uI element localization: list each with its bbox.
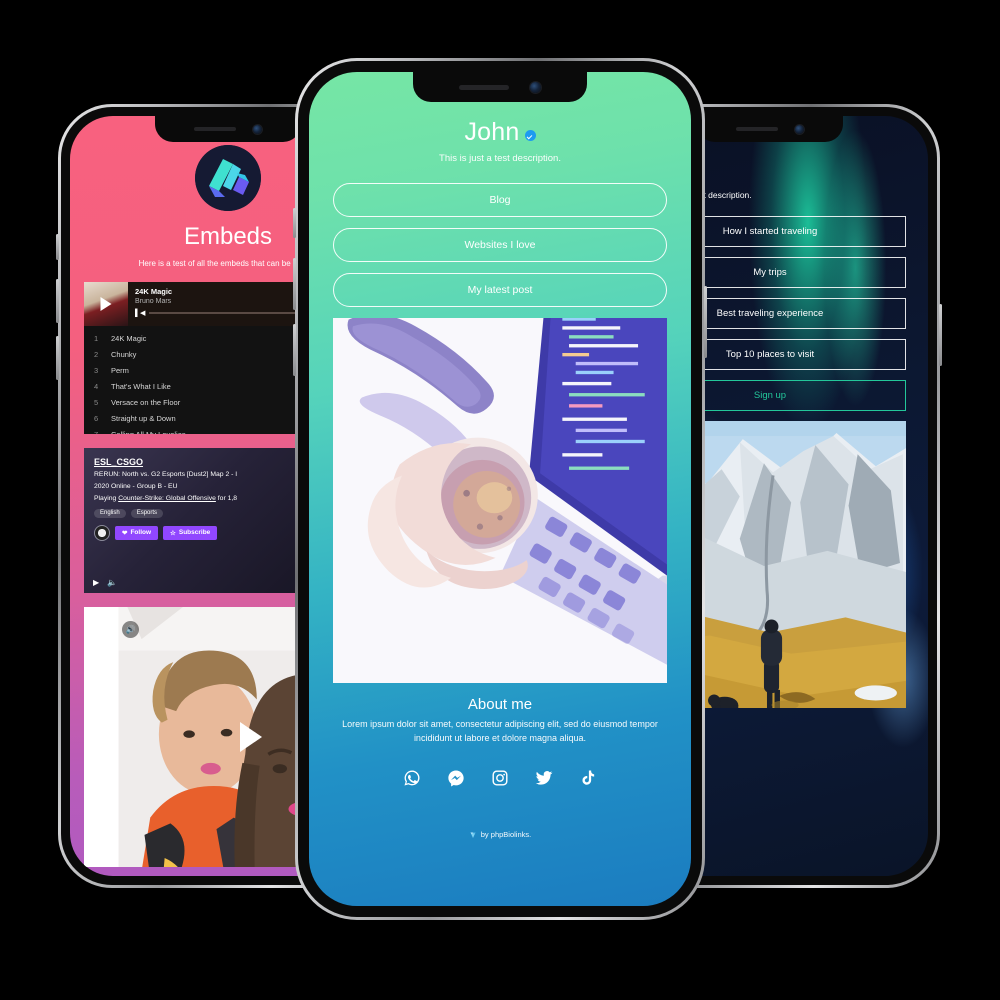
track-title: 24K Magic bbox=[111, 333, 147, 343]
page-title: John bbox=[464, 118, 536, 147]
video-letterbox bbox=[84, 607, 96, 867]
subscribe-label: Subscribe bbox=[178, 529, 211, 537]
twitch-tag[interactable]: Esports bbox=[130, 508, 164, 518]
track-title: That's What I Like bbox=[111, 381, 171, 391]
avatar bbox=[195, 145, 261, 211]
phone-notch bbox=[155, 116, 301, 142]
gem-icon bbox=[470, 832, 476, 838]
star-icon: ☆ bbox=[170, 529, 176, 537]
phone-mockup-stage: Embeds Here is a test of all the embeds … bbox=[0, 0, 1000, 1000]
track-title: Straight up & Down bbox=[111, 413, 176, 423]
track-number: 7 bbox=[94, 429, 99, 435]
track-title: Calling All My Lovelies bbox=[111, 429, 186, 435]
about-text: Lorem ipsum dolor sit amet, consectetur … bbox=[342, 719, 658, 743]
coffee-laptop-photo bbox=[333, 318, 667, 683]
power-button[interactable] bbox=[704, 286, 707, 358]
instagram-icon[interactable] bbox=[491, 769, 509, 792]
volume-up-button[interactable] bbox=[293, 258, 296, 310]
track-number: 5 bbox=[94, 397, 99, 407]
speaker-mute-icon[interactable]: 🔊 bbox=[122, 621, 139, 638]
volume-up-button[interactable] bbox=[56, 279, 59, 323]
front-camera bbox=[795, 124, 805, 134]
about-title: About me bbox=[467, 696, 533, 713]
mute-switch[interactable] bbox=[293, 208, 296, 238]
play-icon[interactable] bbox=[240, 722, 263, 752]
twitch-game-link[interactable]: Counter-Strike: Global Offensive bbox=[118, 495, 216, 502]
front-camera bbox=[529, 81, 541, 93]
link-button-blog[interactable]: Blog bbox=[333, 183, 667, 217]
track-title: Versace on the Floor bbox=[111, 397, 181, 407]
playing-suffix: for 1,8 bbox=[215, 495, 238, 503]
profile-photo[interactable] bbox=[333, 318, 667, 683]
mute-switch[interactable] bbox=[56, 234, 59, 260]
whatsapp-icon[interactable] bbox=[403, 769, 421, 792]
phone-screen: John This is just a test description. Bl… bbox=[309, 72, 691, 906]
twitch-tag[interactable]: English bbox=[94, 508, 126, 518]
playing-prefix: Playing bbox=[94, 495, 119, 503]
messenger-icon[interactable] bbox=[447, 769, 465, 792]
twitch-volume-icon[interactable]: 🔈 bbox=[107, 578, 117, 587]
power-button[interactable] bbox=[939, 304, 942, 366]
profile-description: This is just a test description. bbox=[439, 153, 561, 164]
footer-credit: by phpBiolinks. bbox=[309, 830, 691, 839]
follow-button[interactable]: ❤ Follow bbox=[115, 525, 159, 540]
twitter-icon[interactable] bbox=[535, 769, 553, 792]
verified-badge-icon bbox=[524, 130, 536, 141]
heart-icon: ❤ bbox=[122, 529, 128, 537]
earpiece-speaker bbox=[735, 127, 778, 131]
spotify-album-art[interactable] bbox=[84, 282, 128, 326]
track-number: 3 bbox=[94, 365, 99, 375]
link-button-websites-i-love[interactable]: Websites I love bbox=[333, 228, 667, 262]
twitch-channel-avatar[interactable] bbox=[94, 524, 110, 541]
track-number: 2 bbox=[94, 349, 99, 359]
john-page[interactable]: John This is just a test description. Bl… bbox=[309, 72, 691, 906]
subscribe-button[interactable]: ☆ Subscribe bbox=[163, 525, 218, 540]
front-camera bbox=[253, 124, 263, 134]
spotify-prev-icon[interactable]: ▌◀ bbox=[135, 309, 145, 317]
john-profile-phone: John This is just a test description. Bl… bbox=[293, 58, 707, 920]
track-title: Chunky bbox=[111, 349, 137, 359]
follow-label: Follow bbox=[130, 529, 152, 537]
volume-down-button[interactable] bbox=[56, 336, 59, 380]
tiktok-icon[interactable] bbox=[579, 769, 597, 792]
phone-notch bbox=[697, 116, 843, 142]
credit-text: by phpBiolinks. bbox=[480, 830, 532, 839]
twitch-play-button[interactable]: ▶ bbox=[93, 578, 99, 587]
track-number: 1 bbox=[94, 333, 99, 343]
social-links bbox=[309, 769, 691, 792]
phone-notch bbox=[413, 72, 587, 102]
geometric-logo-avatar-icon bbox=[195, 145, 261, 211]
link-button-my-latest-post[interactable]: My latest post bbox=[333, 273, 667, 307]
phone-bezel: John This is just a test description. Bl… bbox=[298, 61, 702, 917]
profile-name: John bbox=[464, 118, 520, 146]
track-number: 6 bbox=[94, 413, 99, 423]
track-number: 4 bbox=[94, 381, 99, 391]
phone-frame: John This is just a test description. Bl… bbox=[293, 58, 707, 920]
track-title: Perm bbox=[111, 365, 129, 375]
earpiece-speaker bbox=[459, 84, 510, 90]
earpiece-speaker bbox=[193, 127, 236, 131]
link-list: Blog Websites I love My latest post bbox=[309, 183, 691, 307]
volume-down-button[interactable] bbox=[293, 324, 296, 376]
